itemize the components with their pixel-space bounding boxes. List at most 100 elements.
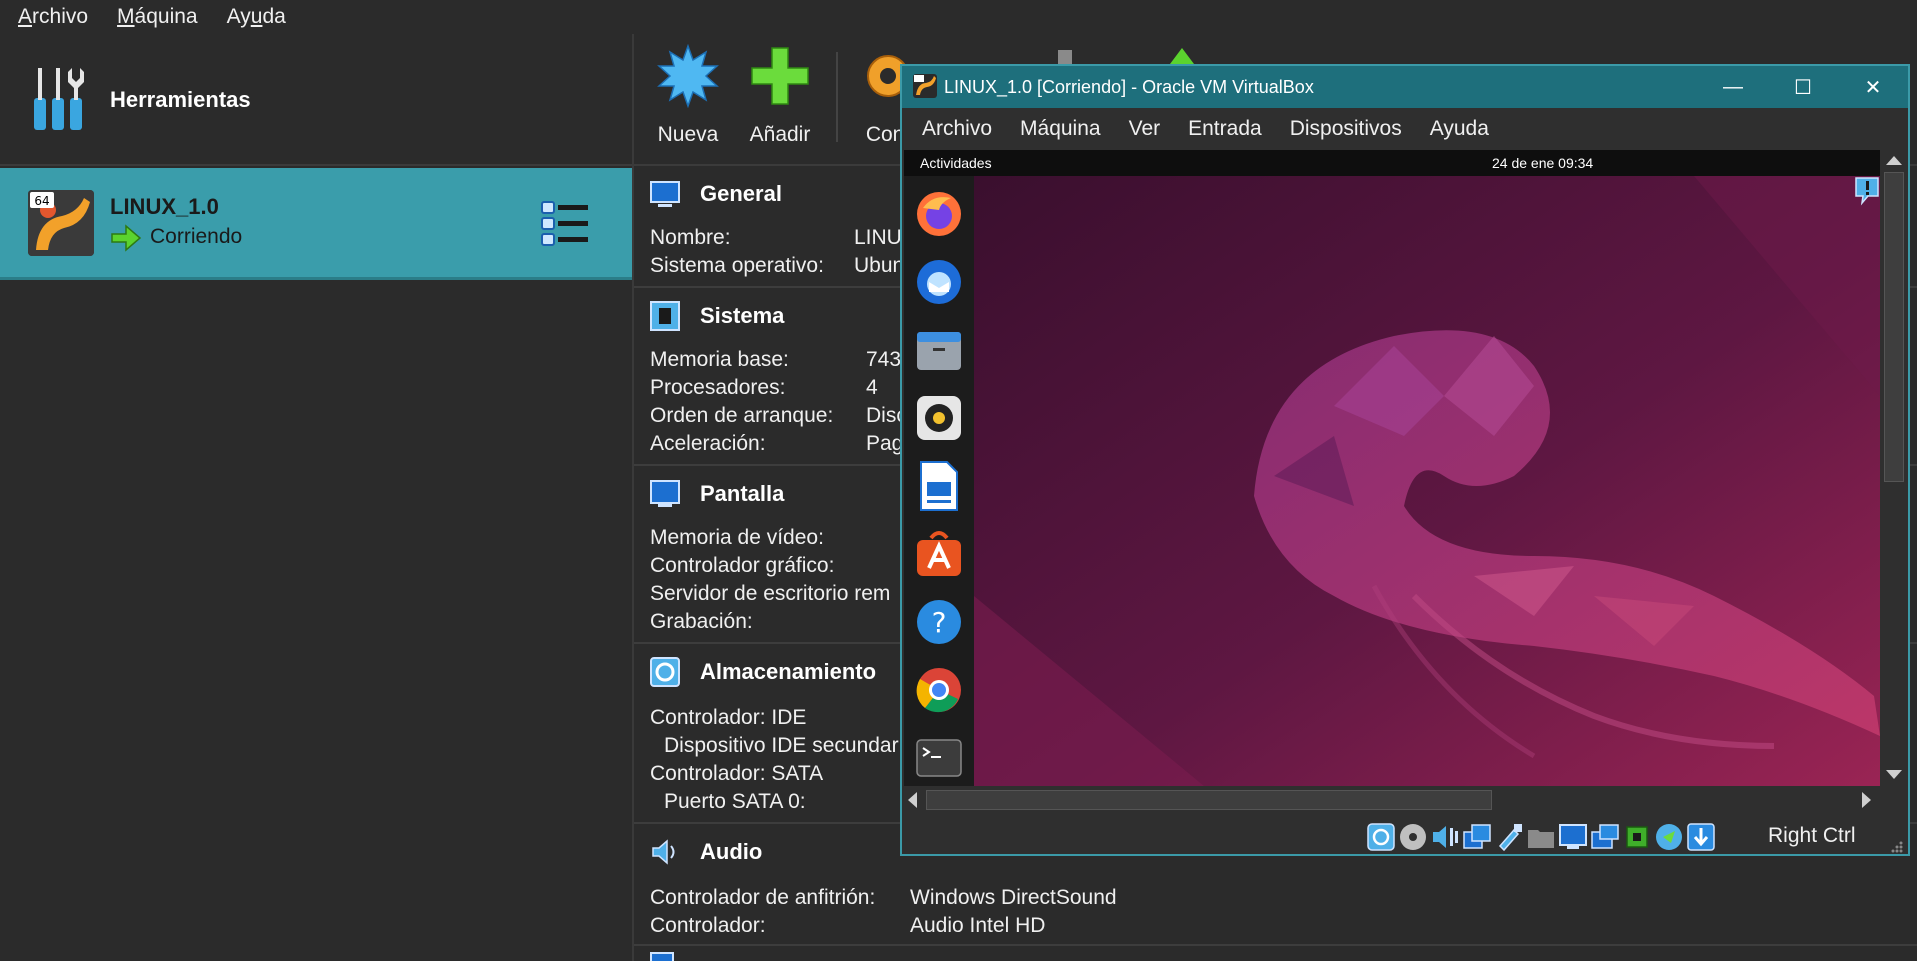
libreoffice-writer-icon[interactable] xyxy=(913,460,965,512)
machine-details-menu-icon[interactable] xyxy=(540,198,592,248)
pantalla-key: Memoria de vídeo: xyxy=(650,526,824,549)
menu-maquina[interactable]: Máquina xyxy=(117,5,198,29)
next-section-icon xyxy=(650,952,674,961)
general-value: LINU xyxy=(854,226,902,249)
system-chip-icon xyxy=(650,301,680,331)
mouse-integration-icon[interactable] xyxy=(1654,822,1684,852)
section-sistema-header[interactable]: Sistema xyxy=(650,300,784,332)
vm-menu-archivo[interactable]: Archivo xyxy=(922,117,992,141)
vm-menu-dispositivos[interactable]: Dispositivos xyxy=(1290,117,1402,141)
vm-menu-entrada[interactable]: Entrada xyxy=(1188,117,1262,141)
close-button[interactable]: ✕ xyxy=(1838,66,1908,108)
new-starburst-icon xyxy=(657,43,719,109)
section-audio-title: Audio xyxy=(700,839,763,864)
sistema-key: Procesadores: xyxy=(650,376,786,399)
menu-ayuda[interactable]: Ayuda xyxy=(227,5,286,29)
horizontal-scrollbar[interactable] xyxy=(902,786,1880,814)
network-icon[interactable] xyxy=(1462,822,1492,852)
ubuntu-dock: ? xyxy=(904,176,974,786)
audio-value: Audio Intel HD xyxy=(910,914,1046,937)
hard-disk-icon[interactable] xyxy=(1366,822,1396,852)
machine-list-pane: Herramientas 64 LINUX_1.0 Corriendo xyxy=(0,34,632,961)
host-key-label[interactable]: Right Ctrl xyxy=(1768,824,1856,848)
add-button-label: Añadir xyxy=(749,123,811,146)
menu-ayuda-mnemonic: u xyxy=(250,5,263,28)
activities-button[interactable]: Actividades xyxy=(920,155,992,171)
menu-ayuda-pre: Ay xyxy=(226,5,251,28)
vm-menu-maquina[interactable]: Máquina xyxy=(1020,117,1101,141)
menu-archivo-post: rchivo xyxy=(32,5,89,28)
audio-key: Controlador: xyxy=(650,914,766,937)
cpu-icon[interactable] xyxy=(1622,822,1652,852)
svg-text:?: ? xyxy=(932,606,947,639)
add-button[interactable]: Añadir xyxy=(748,44,812,147)
horizontal-scroll-thumb[interactable] xyxy=(926,790,1492,810)
almacenamiento-key: Puerto SATA 0: xyxy=(664,790,806,813)
guest-clock[interactable]: 24 de ene 09:34 xyxy=(1492,155,1593,171)
general-key: Sistema operativo: xyxy=(650,254,824,277)
app-center-icon[interactable] xyxy=(913,528,965,580)
tools-item[interactable]: Herramientas xyxy=(0,34,632,166)
menu-ayuda-post: da xyxy=(262,5,286,28)
tools-label: Herramientas xyxy=(110,87,251,112)
vertical-scroll-thumb[interactable] xyxy=(1884,172,1904,482)
chrome-icon[interactable] xyxy=(913,664,965,716)
vertical-scrollbar[interactable] xyxy=(1880,150,1908,786)
audio-speaker-icon xyxy=(652,839,675,865)
guest-screen[interactable]: Actividades 24 de ene 09:34 ? xyxy=(904,150,1880,786)
notification-icon[interactable] xyxy=(1854,176,1880,206)
storage-disk-icon xyxy=(650,657,680,687)
menu-archivo[interactable]: Archivo xyxy=(18,5,88,29)
audio-value: Windows DirectSound xyxy=(910,886,1117,909)
section-audio-header[interactable]: Audio xyxy=(650,836,762,868)
scroll-left-arrow-icon[interactable] xyxy=(908,792,917,808)
sistema-value: Pag xyxy=(866,432,904,455)
maximize-button[interactable]: ☐ xyxy=(1768,66,1838,108)
display-icon[interactable] xyxy=(1558,822,1588,852)
help-icon[interactable]: ? xyxy=(913,596,965,648)
section-almacenamiento-header[interactable]: Almacenamiento xyxy=(650,656,876,688)
scroll-right-arrow-icon[interactable] xyxy=(1862,792,1871,808)
section-pantalla-header[interactable]: Pantalla xyxy=(650,478,784,510)
vm-list-item-linux[interactable]: 64 LINUX_1.0 Corriendo xyxy=(0,168,632,280)
vm-menu-ayuda[interactable]: Ayuda xyxy=(1430,117,1489,141)
vm-status-bar: Right Ctrl xyxy=(902,814,1908,854)
vm-menubar: Archivo Máquina Ver Entrada Dispositivos… xyxy=(902,108,1908,150)
firefox-icon[interactable] xyxy=(913,188,965,240)
vm-window-titlebar[interactable]: LINUX_1.0 [Corriendo] - Oracle VM Virtua… xyxy=(902,66,1908,108)
section-general-header[interactable]: General xyxy=(650,178,782,210)
shared-folder-icon[interactable] xyxy=(1526,822,1556,852)
thunderbird-icon[interactable] xyxy=(913,256,965,308)
vm-menu-ver[interactable]: Ver xyxy=(1129,117,1161,141)
minimize-button[interactable]: — xyxy=(1698,66,1768,108)
ubuntu-64-icon: 64 xyxy=(28,190,94,256)
audio-icon[interactable] xyxy=(1430,822,1460,852)
sistema-key: Memoria base: xyxy=(650,348,789,371)
keyboard-icon[interactable] xyxy=(1686,822,1716,852)
toolbar-separator xyxy=(836,52,838,142)
rhythmbox-icon[interactable] xyxy=(913,392,965,444)
resize-grip-icon[interactable] xyxy=(1888,838,1904,854)
add-plus-icon xyxy=(751,47,809,105)
general-value: Ubun xyxy=(854,254,905,277)
section-almacenamiento-title: Almacenamiento xyxy=(700,659,877,684)
files-icon[interactable] xyxy=(913,324,965,376)
vm-status: Corriendo xyxy=(150,225,243,248)
almacenamiento-key: Dispositivo IDE secundar xyxy=(664,734,899,757)
optical-disk-icon[interactable] xyxy=(1398,822,1428,852)
gnome-top-bar: Actividades 24 de ene 09:34 xyxy=(904,150,1880,176)
almacenamiento-key: Controlador: SATA xyxy=(650,762,824,785)
vm-window[interactable]: LINUX_1.0 [Corriendo] - Oracle VM Virtua… xyxy=(900,64,1910,856)
usb-icon[interactable] xyxy=(1494,822,1524,852)
scroll-up-arrow-icon[interactable] xyxy=(1886,156,1902,165)
main-menubar: Archivo Máquina Ayuda xyxy=(0,0,1917,34)
scroll-down-arrow-icon[interactable] xyxy=(1886,770,1902,779)
capture-icon[interactable] xyxy=(1590,822,1620,852)
sistema-key: Aceleración: xyxy=(650,432,766,455)
new-button[interactable]: Nueva xyxy=(656,43,720,147)
start-arrow-icon[interactable] xyxy=(1170,48,1194,64)
pantalla-key: Servidor de escritorio rem xyxy=(650,582,891,605)
pantalla-key: Controlador gráfico: xyxy=(650,554,835,577)
terminal-icon[interactable] xyxy=(913,732,965,784)
new-button-label: Nueva xyxy=(657,123,719,146)
